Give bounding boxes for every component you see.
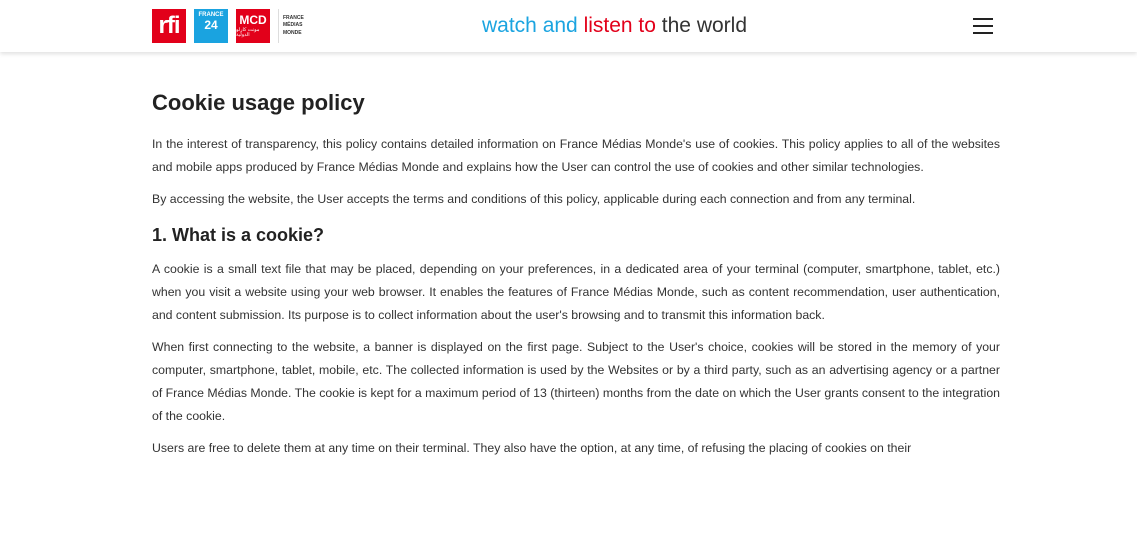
page-title: Cookie usage policy (152, 90, 365, 115)
mcd-logo[interactable]: MCD مونت كارلو الدولية (236, 9, 270, 43)
tagline-listen: listen to (583, 14, 656, 37)
section-1-heading: 1. What is a cookie? (152, 225, 325, 245)
site-header: rfi FRANCE 24 MCD مونت كارلو الدولية FRA… (0, 0, 1137, 52)
rfi-logo-text: rfi (158, 12, 181, 39)
logo-group: rfi FRANCE 24 MCD مونت كارلو الدولية FRA… (152, 8, 324, 44)
hamburger-menu-icon[interactable] (973, 18, 993, 34)
intro-paragraph-1: In the interest of transparency, this po… (152, 137, 1000, 174)
france24-logo[interactable]: FRANCE 24 (194, 9, 228, 43)
rfi-logo[interactable]: rfi (152, 9, 186, 43)
tagline-watch: watch and (482, 14, 578, 37)
site-tagline: watch and listen to the world (482, 14, 747, 38)
fmm-logo-line3: MONDE (283, 29, 302, 36)
france-medias-monde-logo[interactable]: FRANCE MÉDIAS MONDE (278, 9, 324, 43)
section-1-paragraph-1: A cookie is a small text file that may b… (152, 262, 1000, 322)
mcd-logo-text: MCD (239, 13, 267, 27)
fmm-logo-line2: MÉDIAS (283, 22, 303, 29)
intro-paragraph-2: By accessing the website, the User accep… (152, 192, 916, 206)
mcd-logo-arabic: مونت كارلو الدولية (236, 27, 260, 38)
section-1-paragraph-3: Users are free to delete them at any tim… (152, 441, 912, 455)
section-1-paragraph-2: When first connecting to the website, a … (152, 340, 1001, 423)
france24-logo-number: 24 (204, 18, 218, 32)
tagline-world: the world (661, 14, 748, 37)
policy-content: Cookie usage policy In the interest of t… (152, 90, 1000, 469)
